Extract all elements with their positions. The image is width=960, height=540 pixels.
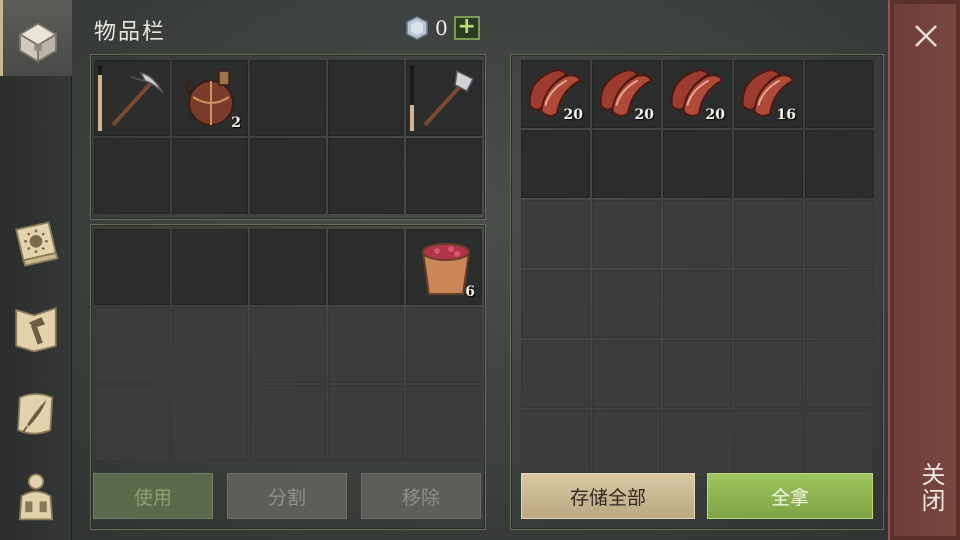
container-slot [592, 410, 661, 478]
inventory-hotbar-panel: 2 [90, 54, 486, 220]
item-count: 20 [634, 107, 654, 123]
inventory-slot[interactable] [250, 307, 326, 383]
container-slot [663, 200, 732, 268]
container-slot[interactable]: 20 [521, 60, 590, 128]
sun-book-icon [15, 221, 59, 267]
inventory-slot[interactable] [94, 229, 170, 305]
take-all-button[interactable]: 全拿 [707, 473, 873, 519]
container-slot [663, 410, 732, 478]
inventory-slot[interactable] [250, 229, 326, 305]
gem-icon [406, 16, 428, 40]
use-button[interactable]: 使用 [93, 473, 213, 519]
inventory-slot[interactable] [250, 60, 326, 136]
item-count: 16 [776, 107, 796, 123]
container-slot[interactable] [805, 130, 874, 198]
inventory-slot[interactable] [172, 229, 248, 305]
inventory-slot[interactable] [328, 138, 404, 214]
sidebar-item-journal[interactable] [0, 206, 72, 282]
inventory-slot[interactable] [328, 307, 404, 383]
pickaxe-icon [111, 72, 164, 127]
container-slot [521, 340, 590, 408]
inventory-slot[interactable] [94, 138, 170, 214]
container-slot [592, 200, 661, 268]
item-count: 2 [231, 115, 241, 131]
sidebar-item-quests[interactable] [0, 374, 72, 450]
container-slot [734, 270, 803, 338]
inventory-slot[interactable] [172, 385, 248, 461]
container-slot [805, 200, 874, 268]
store-all-button[interactable]: 存储全部 [521, 473, 695, 519]
split-button[interactable]: 分割 [227, 473, 347, 519]
inventory-slot[interactable] [250, 385, 326, 461]
sidebar-item-character[interactable] [0, 458, 72, 534]
inventory-backpack-panel: 6 使用 分割 移除 [90, 224, 486, 530]
chest-icon [17, 22, 58, 63]
inventory-slot[interactable] [172, 307, 248, 383]
container-slot [734, 340, 803, 408]
inventory-slot[interactable] [328, 60, 404, 136]
container-slot [734, 200, 803, 268]
hammer-map-icon [15, 306, 57, 353]
container-slot [805, 340, 874, 408]
inventory-slot[interactable] [406, 385, 482, 461]
item-count: 20 [563, 107, 583, 123]
container-slot[interactable] [521, 130, 590, 198]
inventory-slot[interactable] [406, 60, 482, 136]
character-icon [18, 473, 54, 521]
close-icon [915, 25, 937, 47]
inventory-slot[interactable] [406, 138, 482, 214]
currency-display: 0 + [405, 16, 480, 40]
container-slot [805, 410, 874, 478]
container-slot [663, 340, 732, 408]
inventory-slot[interactable] [94, 307, 170, 383]
container-slot [592, 270, 661, 338]
page-title: 物品栏 [94, 20, 167, 45]
container-slot[interactable] [734, 130, 803, 198]
container-slot[interactable]: 16 [734, 60, 803, 128]
close-panel-button[interactable]: 关闭 [888, 0, 960, 540]
container-slot[interactable]: 20 [592, 60, 661, 128]
sidebar-item-storage[interactable] [0, 0, 72, 76]
inventory-slot[interactable] [94, 385, 170, 461]
inventory-slot[interactable] [250, 138, 326, 214]
container-slot[interactable] [663, 130, 732, 198]
inventory-slot[interactable] [94, 60, 170, 136]
container-slot[interactable] [805, 60, 874, 128]
container-slot [805, 270, 874, 338]
remove-button[interactable]: 移除 [361, 473, 481, 519]
container-slot [663, 270, 732, 338]
item-count: 6 [465, 284, 475, 300]
container-slot [592, 340, 661, 408]
inventory-slot[interactable] [172, 138, 248, 214]
container-slot [521, 410, 590, 478]
inventory-slot[interactable] [328, 385, 404, 461]
item-count: 20 [705, 107, 725, 123]
inventory-slot[interactable]: 6 [406, 229, 482, 305]
inventory-slot[interactable] [406, 307, 482, 383]
container-slot [521, 200, 590, 268]
container-slot[interactable] [592, 130, 661, 198]
scroll-feather-icon [17, 393, 54, 435]
inventory-slot[interactable]: 2 [172, 60, 248, 136]
currency-value: 0 [435, 16, 448, 40]
container-slot [734, 410, 803, 478]
close-label: 关闭 [917, 462, 945, 514]
hatchet-icon [423, 69, 475, 127]
container-panel: 20 20 20 16 存储全部 全拿 [510, 54, 884, 530]
container-slot[interactable]: 20 [663, 60, 732, 128]
inventory-slot[interactable] [328, 229, 404, 305]
add-currency-button[interactable]: + [453, 16, 480, 40]
sidebar-item-crafting[interactable] [0, 290, 72, 366]
container-slot [521, 270, 590, 338]
sidebar [0, 0, 72, 540]
